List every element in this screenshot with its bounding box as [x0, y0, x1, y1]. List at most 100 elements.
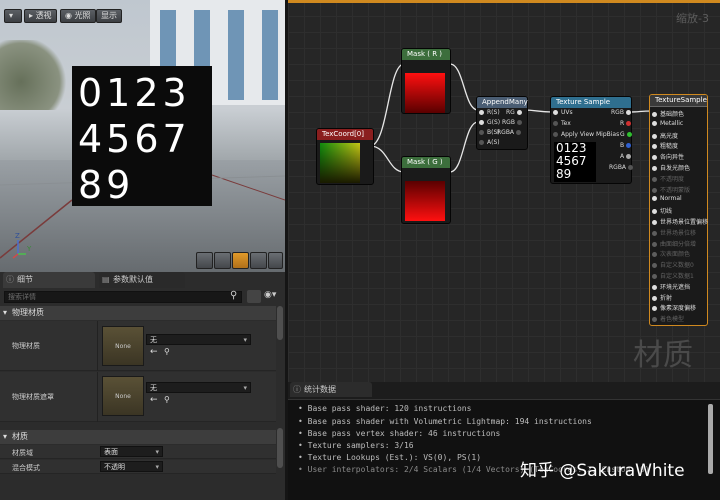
- result-pin[interactable]: 自定义数据1: [652, 271, 694, 280]
- result-pin[interactable]: 基础颜色: [652, 109, 684, 118]
- search-icon[interactable]: ⚲: [230, 290, 237, 301]
- preview-sphere-button[interactable]: [214, 252, 231, 269]
- section-material[interactable]: ▾ 材质: [0, 430, 276, 444]
- eye-icon[interactable]: ◉▾: [264, 290, 276, 300]
- preview-cylinder-button[interactable]: [196, 252, 213, 269]
- result-pin[interactable]: 自定义数据0: [652, 260, 694, 269]
- texcoord-preview: [320, 143, 360, 183]
- result-pin[interactable]: 像素深度偏移: [652, 303, 696, 312]
- result-pin[interactable]: 世界场景位置偏移: [652, 217, 708, 226]
- params-icon: ▤: [102, 275, 110, 284]
- show-button[interactable]: 显示: [96, 9, 122, 23]
- result-pin[interactable]: 自发光颜色: [652, 163, 690, 172]
- asset-picker[interactable]: 无: [146, 382, 251, 393]
- append-input-g[interactable]: G(S): [479, 119, 500, 126]
- texture-input-mipbias[interactable]: Apply View MipBias: [553, 131, 619, 138]
- result-pin[interactable]: Metallic: [652, 120, 683, 127]
- result-pin[interactable]: 高光度: [652, 131, 678, 140]
- lighting-button[interactable]: ◉ 光照: [60, 9, 96, 23]
- node-mask-g[interactable]: Mask ( G ): [401, 156, 451, 224]
- material-preview-viewport[interactable]: ▾ ▸ 透视 ◉ 光照 显示 0123 4567 89 Z Y: [0, 0, 285, 272]
- details-search-input[interactable]: 搜索详情: [4, 291, 242, 303]
- append-input-a[interactable]: A(S): [479, 139, 500, 146]
- texture-output-g[interactable]: G: [620, 131, 635, 138]
- tab-details[interactable]: ⓘ 细节: [3, 272, 95, 288]
- blend-mode-select[interactable]: 不透明: [100, 461, 163, 472]
- section-title: 物理材质: [12, 308, 44, 317]
- use-selected-icon[interactable]: ←: [150, 395, 158, 405]
- result-pin[interactable]: 不透明度: [652, 174, 684, 183]
- append-input-r[interactable]: R(S): [479, 109, 500, 116]
- result-pin[interactable]: 环境光遮挡: [652, 282, 690, 291]
- tab-stats[interactable]: ⓘ 统计数据: [290, 382, 372, 397]
- mask-g-preview: [405, 181, 445, 221]
- asset-picker[interactable]: 无: [146, 334, 251, 345]
- pin-dot: [652, 317, 657, 323]
- result-pin-label: 着色模型: [660, 316, 685, 324]
- tab-details-label: 细节: [17, 275, 33, 284]
- asset-none-label: None: [115, 393, 131, 400]
- asset-thumbnail[interactable]: None: [102, 326, 144, 366]
- texture-output-a[interactable]: A: [620, 153, 634, 160]
- result-pin[interactable]: Normal: [652, 195, 682, 202]
- stats-scrollbar[interactable]: [708, 404, 713, 474]
- details-scrollbar-lower[interactable]: [277, 428, 283, 468]
- section-physical-material[interactable]: ▾ 物理材质: [0, 306, 276, 320]
- result-pin-label: 不透明蒙版: [660, 186, 691, 194]
- preview-mesh-button[interactable]: [268, 252, 283, 269]
- append-output-rg[interactable]: RG: [506, 109, 525, 116]
- pin-dot: [652, 166, 657, 171]
- asset-thumbnail[interactable]: None: [102, 376, 144, 416]
- result-pin-label: 像素深度偏移: [660, 305, 697, 313]
- viewport-options-button[interactable]: ▾: [4, 9, 22, 23]
- pin-dot: [652, 241, 657, 247]
- material-graph[interactable]: 缩放-3 材质 TexCoord[0] Mask ( R ) Mask ( G …: [288, 0, 720, 382]
- result-pin[interactable]: 折射: [652, 293, 672, 302]
- preview-plane-button[interactable]: [232, 252, 249, 269]
- append-output-rgb[interactable]: RGB: [502, 119, 525, 126]
- pin-dot: [652, 187, 657, 193]
- node-append-many[interactable]: AppendMany R(S) G(S) B(S) A(S) RG RGB RG…: [476, 96, 528, 150]
- node-texture-sample[interactable]: Texture Sample UVs Tex Apply View MipBia…: [550, 96, 635, 184]
- result-pin[interactable]: 切线: [652, 206, 672, 215]
- material-domain-select[interactable]: 表面: [100, 446, 163, 457]
- result-pin[interactable]: 曲面细分倍增: [652, 239, 696, 248]
- preview-cube-button[interactable]: [250, 252, 267, 269]
- collapse-icon: ▾: [3, 308, 8, 317]
- axis-z-label: Z: [15, 232, 20, 240]
- append-output-rgba[interactable]: RGBA: [497, 129, 524, 136]
- stat-text: Base pass shader with Volumetric Lightma…: [307, 417, 592, 426]
- details-scrollbar[interactable]: [277, 306, 283, 340]
- property-label: 混合模式: [12, 464, 40, 472]
- node-texcoord[interactable]: TexCoord[0]: [316, 128, 374, 185]
- browse-icon[interactable]: ⚲: [164, 347, 170, 356]
- texture-output-rgb[interactable]: RGB: [611, 109, 634, 116]
- property-row: 物理材质 None 无 ← ⚲: [0, 321, 276, 371]
- stat-text: Base pass shader: 120 instructions: [307, 404, 472, 413]
- result-pin[interactable]: 不透明蒙版: [652, 185, 690, 194]
- node-texture-title: Texture Sample: [551, 97, 631, 108]
- browse-icon[interactable]: ⚲: [164, 395, 170, 404]
- texture-output-rgba[interactable]: RGBA: [609, 164, 636, 171]
- node-mask-r[interactable]: Mask ( R ): [401, 48, 451, 114]
- result-pin[interactable]: 各向异性: [652, 152, 684, 161]
- node-material-result[interactable]: TextureSample 基础颜色 Metallic 高光度 粗糙度 各向异性 自发光颜…: [649, 94, 708, 326]
- result-pin[interactable]: 次表面颜色: [652, 249, 690, 258]
- pin-dot: [652, 230, 657, 236]
- texture-output-r[interactable]: R: [620, 120, 634, 127]
- pin-dot: [652, 263, 657, 269]
- view-options-button[interactable]: [247, 290, 261, 303]
- result-pin[interactable]: 粗糙度: [652, 141, 678, 150]
- texture-input-uvs[interactable]: UVs: [553, 109, 573, 116]
- result-pin[interactable]: 着色模型: [652, 314, 684, 323]
- pin-dot: [652, 284, 657, 290]
- use-selected-icon[interactable]: ←: [150, 347, 158, 357]
- texture-input-tex[interactable]: Tex: [553, 120, 571, 127]
- axis-y-label: Y: [27, 245, 32, 253]
- column-divider: [97, 321, 98, 371]
- tab-parameter-defaults[interactable]: ▤ 参数默认值: [99, 272, 185, 288]
- preview-digits-row: 89: [78, 163, 135, 207]
- perspective-button[interactable]: ▸ 透视: [24, 9, 57, 23]
- texture-output-b[interactable]: B: [620, 142, 634, 149]
- result-pin[interactable]: 世界场景位移: [652, 228, 696, 237]
